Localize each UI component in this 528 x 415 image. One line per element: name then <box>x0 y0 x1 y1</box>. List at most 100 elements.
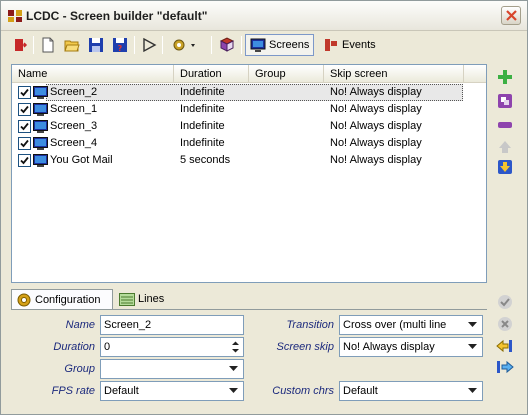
save-as-button[interactable]: ? <box>110 35 130 55</box>
screen-builder-window: LCDC - Screen builder "default" ? Screen… <box>0 0 528 415</box>
close-icon <box>506 10 517 21</box>
run-button[interactable] <box>139 35 159 55</box>
move-down-button[interactable] <box>497 159 513 175</box>
monitor-icon <box>33 103 48 116</box>
tab-screens[interactable]: Screens <box>245 34 315 56</box>
tab-screens-label: Screens <box>269 39 310 51</box>
duration-value: 0 <box>104 341 111 353</box>
save-button[interactable] <box>86 35 106 55</box>
settings-dropdown-button[interactable] <box>169 35 199 55</box>
transition-combo[interactable]: Cross over (multi line <box>339 315 483 335</box>
edit-screen-button[interactable] <box>497 93 513 109</box>
table-row[interactable]: Screen_2 Indefinite No! Always display <box>12 84 486 101</box>
cell-duration: 5 seconds <box>180 154 231 166</box>
close-button[interactable] <box>501 6 521 25</box>
column-header-duration[interactable]: Duration <box>174 65 249 83</box>
gear-icon <box>17 293 31 307</box>
toolbar: ? Screens Events <box>5 33 525 57</box>
import-button[interactable] <box>496 337 514 355</box>
exit-button[interactable] <box>10 35 30 55</box>
screen-list[interactable]: Name Duration Group Skip screen Screen_2… <box>11 64 487 283</box>
row-checkbox[interactable] <box>18 103 31 116</box>
apply-button[interactable] <box>496 293 514 311</box>
spinner-arrows-icon[interactable] <box>229 339 242 355</box>
cell-name: Screen_2 <box>50 86 98 98</box>
column-header-group[interactable]: Group <box>249 65 324 83</box>
group-label: Group <box>64 363 95 375</box>
export-button[interactable] <box>496 358 514 376</box>
cell-duration: Indefinite <box>180 120 225 132</box>
cell-name: Screen_1 <box>50 103 98 115</box>
screen-skip-combo[interactable]: No! Always display <box>339 337 483 357</box>
column-header-name[interactable]: Name <box>12 65 174 83</box>
book-button[interactable] <box>217 35 237 55</box>
cell-name: Screen_4 <box>50 137 98 149</box>
import-icon <box>496 339 512 353</box>
checkmark-icon <box>20 156 29 165</box>
toolbar-separator <box>162 36 163 54</box>
toolbar-separator <box>211 36 212 54</box>
add-screen-button[interactable] <box>497 69 513 85</box>
row-checkbox[interactable] <box>18 137 31 150</box>
tab-lines-label: Lines <box>138 293 165 305</box>
save-icon <box>89 38 103 52</box>
table-row[interactable]: Screen_3 Indefinite No! Always display <box>12 118 486 135</box>
transition-label: Transition <box>286 319 334 331</box>
cancel-button[interactable] <box>496 315 514 333</box>
new-icon <box>42 37 54 53</box>
chevron-down-icon[interactable] <box>226 361 242 377</box>
export-icon <box>497 360 514 374</box>
tab-configuration[interactable]: Configuration <box>11 289 113 310</box>
duration-spinner[interactable]: 0 <box>100 337 244 357</box>
checkmark-icon <box>20 139 29 148</box>
toolbar-separator <box>241 36 242 54</box>
tab-events[interactable]: Events <box>319 34 380 56</box>
lines-icon <box>119 292 135 306</box>
tab-events-label: Events <box>342 39 376 51</box>
cell-duration: Indefinite <box>180 86 225 98</box>
move-down-icon <box>498 160 512 174</box>
tab-lines[interactable]: Lines <box>115 289 168 309</box>
table-row[interactable]: Screen_1 Indefinite No! Always display <box>12 101 486 118</box>
column-header-skip-screen[interactable]: Skip screen <box>324 65 464 83</box>
row-checkbox[interactable] <box>18 154 31 167</box>
open-icon <box>64 40 80 52</box>
row-checkbox[interactable] <box>18 120 31 133</box>
table-row[interactable]: You Got Mail 5 seconds No! Always display <box>12 152 486 169</box>
monitor-icon <box>250 38 266 52</box>
name-label: Name <box>65 319 95 331</box>
fps-rate-combo[interactable]: Default <box>100 381 244 401</box>
duration-label: Duration <box>53 341 95 353</box>
move-up-button[interactable] <box>497 139 513 155</box>
checkmark-icon <box>20 122 29 131</box>
cell-duration: Indefinite <box>180 137 225 149</box>
cell-skip-screen: No! Always display <box>330 120 422 132</box>
edit-icon <box>498 94 512 108</box>
chevron-down-icon[interactable] <box>465 383 481 399</box>
fps-rate-value: Default <box>104 385 139 397</box>
new-button[interactable] <box>38 35 58 55</box>
row-checkbox[interactable] <box>18 86 31 99</box>
group-combo[interactable] <box>100 359 244 379</box>
remove-icon <box>498 122 512 128</box>
chevron-down-icon[interactable] <box>226 383 242 399</box>
table-row[interactable]: Screen_4 Indefinite No! Always display <box>12 135 486 152</box>
cell-skip-screen: No! Always display <box>330 154 422 166</box>
apply-icon <box>498 295 512 309</box>
chevron-down-icon[interactable] <box>465 339 481 355</box>
screen-skip-value: No! Always display <box>343 341 435 353</box>
exit-icon <box>15 39 28 51</box>
add-icon <box>498 70 512 84</box>
remove-screen-button[interactable] <box>497 117 513 133</box>
book-icon <box>219 37 235 52</box>
name-field[interactable]: Screen_2 <box>100 315 244 335</box>
chevron-down-icon[interactable] <box>465 317 481 333</box>
monitor-icon <box>33 154 48 167</box>
open-button[interactable] <box>62 35 82 55</box>
custom-chrs-combo[interactable]: Default <box>339 381 483 401</box>
move-up-icon <box>499 141 511 153</box>
monitor-icon <box>33 137 48 150</box>
cell-skip-screen: No! Always display <box>330 86 422 98</box>
monitor-icon <box>33 120 48 133</box>
checkmark-icon <box>20 88 29 97</box>
